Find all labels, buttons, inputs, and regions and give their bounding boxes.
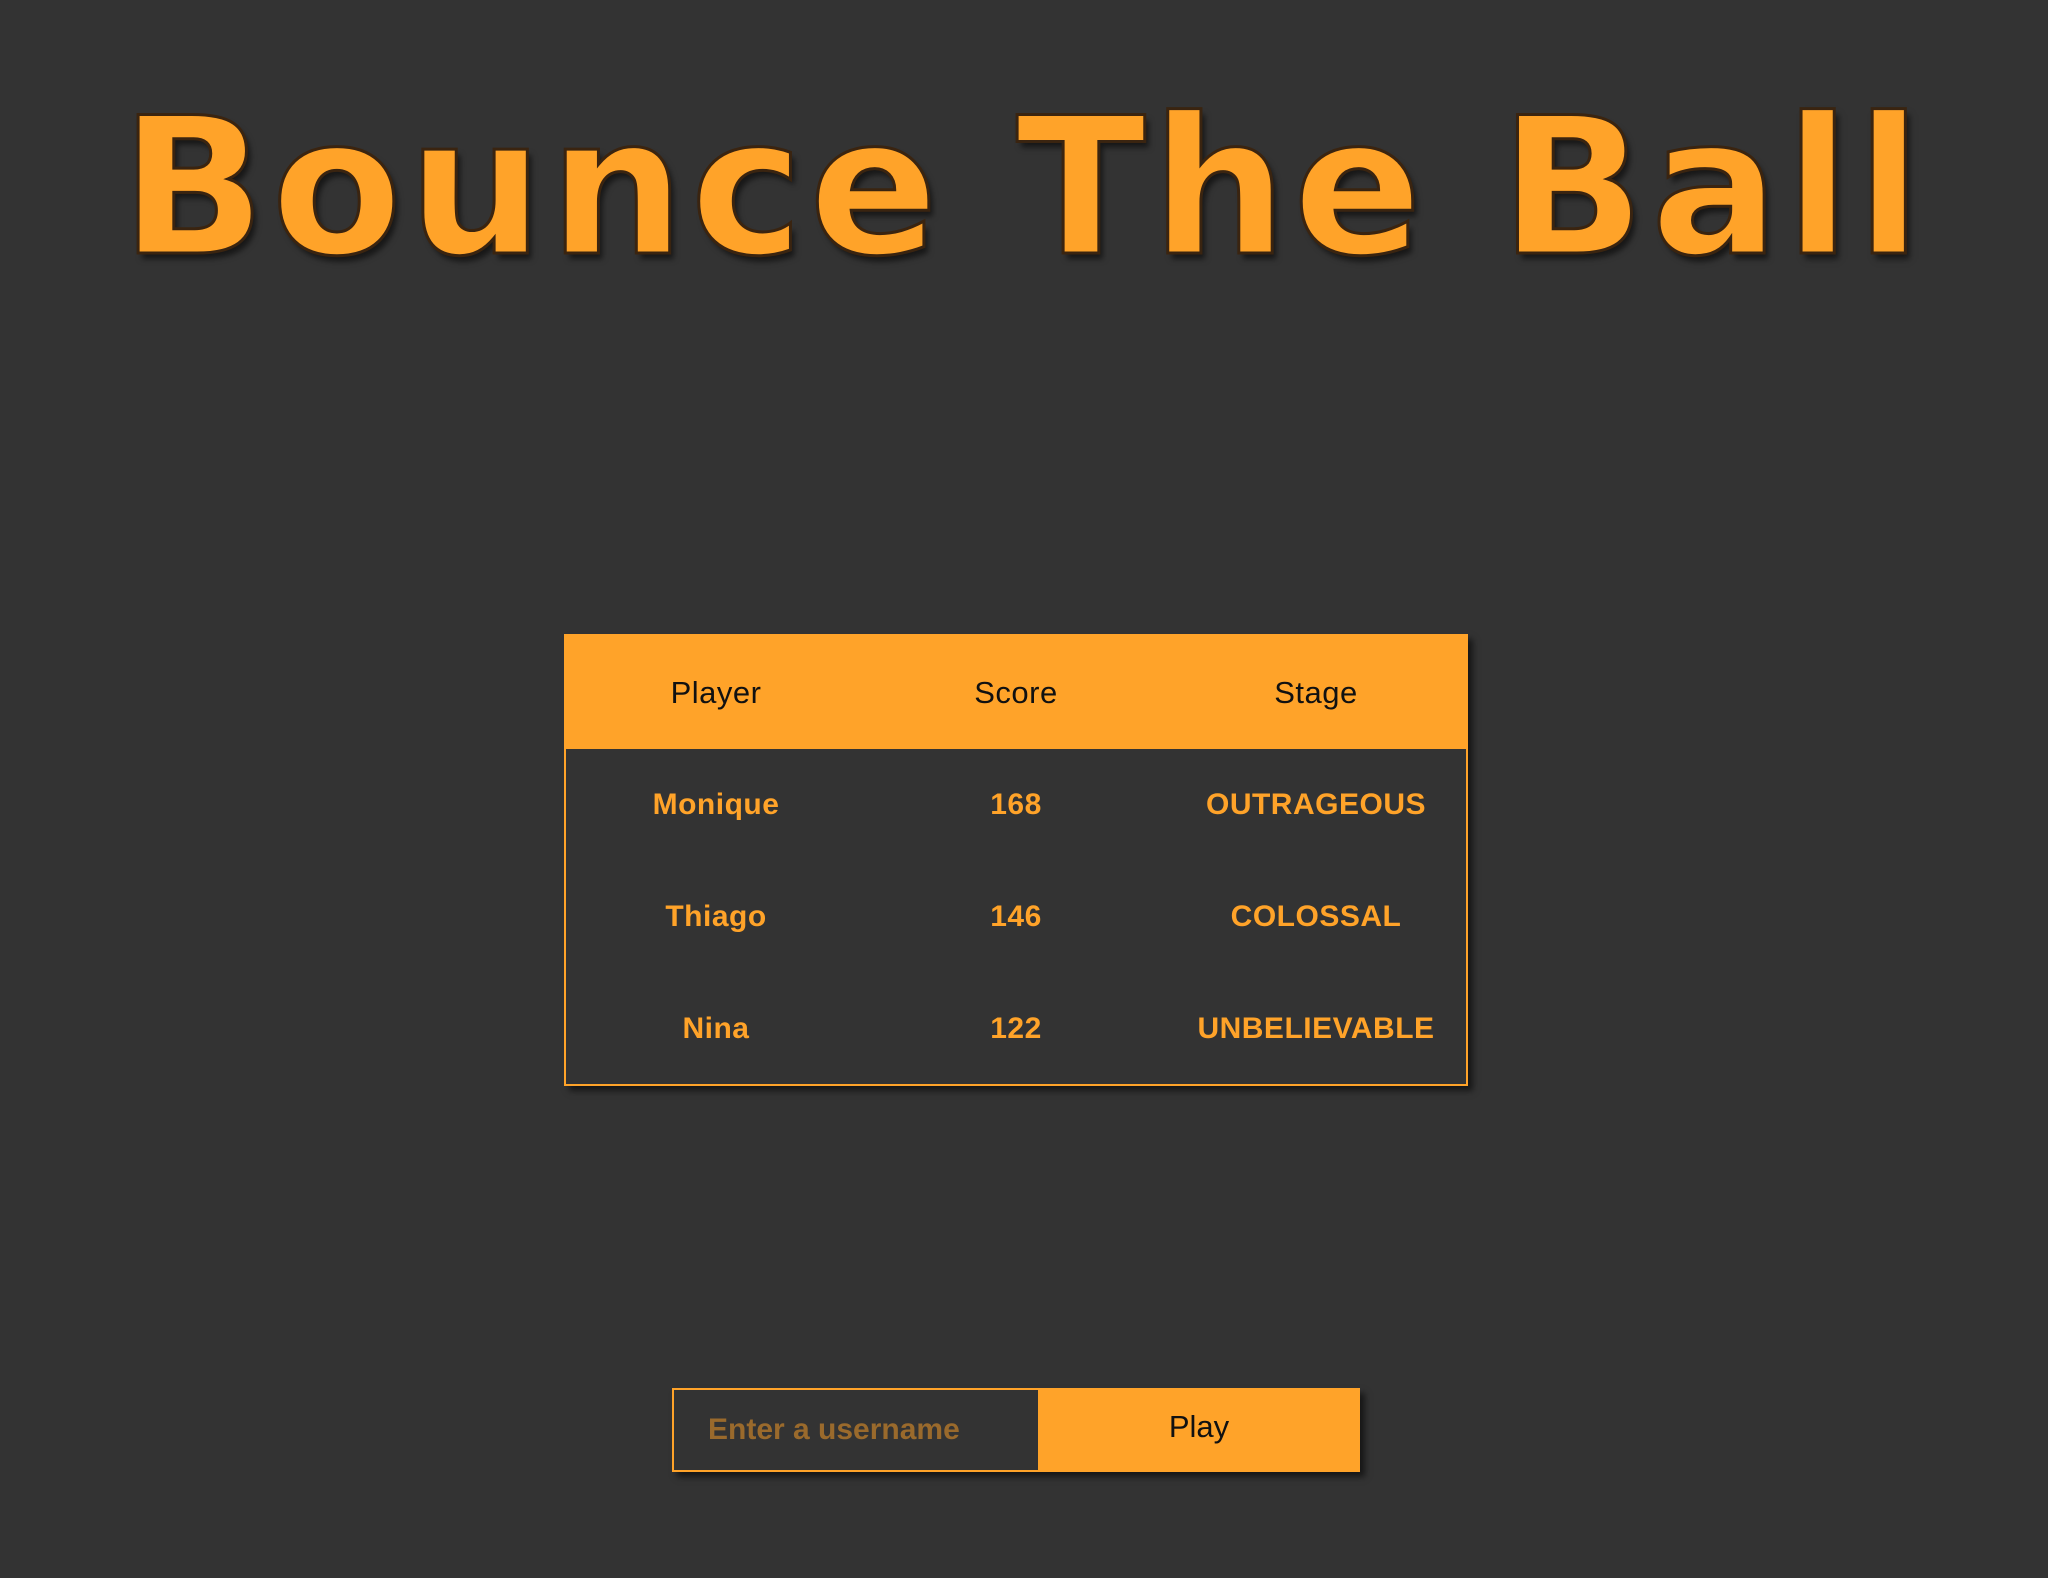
column-header-player: Player	[670, 674, 762, 710]
game-title: Bounce The Ball	[119, 77, 1928, 298]
play-form: Play	[672, 1388, 1360, 1472]
player-stage: UNBELIEVABLE	[1197, 1012, 1435, 1045]
player-stage: COLOSSAL	[1230, 900, 1402, 933]
player-score: 122	[990, 1012, 1042, 1045]
leaderboard-header-row: Player Score Stage	[566, 636, 1466, 749]
player-score: 146	[990, 900, 1042, 933]
player-score: 168	[990, 788, 1042, 821]
table-row: Monique 168 OUTRAGEOUS	[566, 749, 1466, 861]
player-stage: OUTRAGEOUS	[1205, 788, 1426, 821]
leaderboard-table: Player Score Stage Monique 168 OUTRAGEOU…	[564, 634, 1468, 1086]
column-header-score: Score	[974, 674, 1058, 710]
play-button[interactable]: Play	[1038, 1388, 1360, 1472]
player-name: Monique	[652, 788, 780, 821]
column-header-stage: Stage	[1274, 674, 1358, 710]
table-row: Nina 122 UNBELIEVABLE	[566, 973, 1466, 1085]
player-name: Nina	[682, 1012, 750, 1045]
username-input[interactable]	[672, 1388, 1038, 1472]
player-name: Thiago	[665, 900, 767, 933]
table-row: Thiago 146 COLOSSAL	[566, 861, 1466, 973]
